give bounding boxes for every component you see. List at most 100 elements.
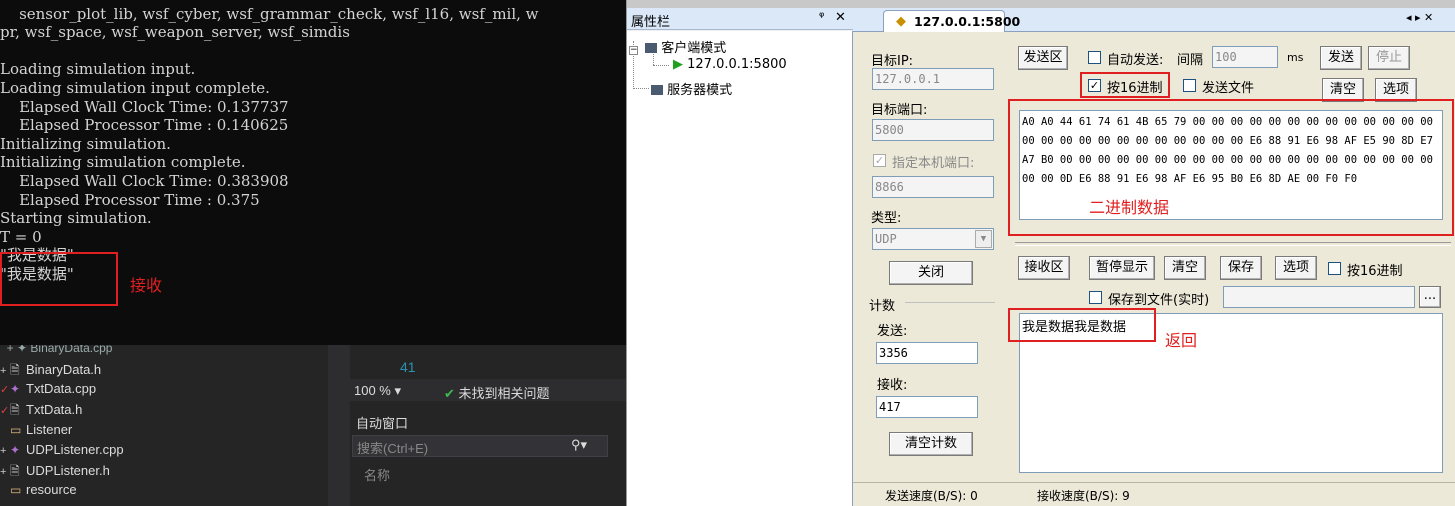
local-port-field[interactable]: 8866: [872, 176, 994, 198]
target-port-label: 目标端口:: [871, 103, 928, 118]
send-area-button[interactable]: 发送区: [1018, 46, 1068, 70]
editor-status-panel: 41 100 % ▾ ✔ 未找到相关问题 自动窗口 搜索(Ctrl+E) ⚲▾ …: [350, 345, 626, 506]
return-highlight-box: [1008, 308, 1156, 342]
line-number: 41: [400, 359, 416, 375]
header-file-icon: 🗎: [10, 403, 20, 418]
receive-highlight-box: [0, 252, 118, 306]
issues-status[interactable]: ✔ 未找到相关问题: [444, 383, 550, 402]
window-top-edge: [627, 0, 1455, 8]
send-hex-textarea[interactable]: A0 A0 44 61 74 61 4B 65 79 00 00 00 00 0…: [1019, 110, 1443, 220]
solution-item-label: Listener: [26, 421, 73, 437]
send-file-label: 发送文件: [1202, 81, 1255, 96]
recv-area-button[interactable]: 接收区: [1018, 256, 1070, 280]
pause-display-button[interactable]: 暂停显示: [1089, 256, 1155, 280]
save-to-file-label: 保存到文件(实时): [1108, 293, 1210, 308]
recv-save-button[interactable]: 保存: [1220, 256, 1262, 280]
clear-count-button[interactable]: 清空计数: [889, 432, 973, 456]
zoom-dropdown[interactable]: 100 % ▾: [354, 383, 401, 399]
binary-data-annotation: 二进制数据: [1089, 198, 1170, 217]
solution-item[interactable]: ✓✦ TxtData.cpp: [0, 381, 96, 401]
send-file-checkbox[interactable]: [1183, 79, 1196, 92]
search-input[interactable]: 搜索(Ctrl+E) ⚲▾: [352, 435, 608, 457]
tree-node-server-mode[interactable]: 服务器模式: [651, 79, 732, 98]
change-marker: +: [0, 444, 7, 457]
solution-item-partial: + ✦ BinaryData.cpp: [0, 345, 113, 355]
target-port-field[interactable]: 5800: [872, 119, 994, 141]
search-icon[interactable]: ⚲▾: [571, 437, 587, 453]
send-count-field[interactable]: 3356: [876, 342, 978, 364]
monitor-icon: [645, 43, 658, 53]
solution-item[interactable]: + 🗎 BinaryData.h: [0, 361, 101, 381]
type-select[interactable]: UDP ▼: [872, 228, 994, 250]
connection-tab-bar: ◆ 127.0.0.1:5800 ◂ ▸ ✕: [853, 8, 1455, 33]
solution-item[interactable]: ✓🗎 TxtData.h: [0, 401, 82, 421]
solution-item[interactable]: + 🗎 UDPListener.h: [0, 462, 110, 482]
target-ip-field[interactable]: 127.0.0.1: [872, 68, 994, 90]
pin-icon[interactable]: ᵠ: [819, 10, 824, 25]
folder-icon: ▭: [10, 422, 22, 437]
send-button[interactable]: 发送: [1320, 46, 1362, 70]
auto-send-label: 自动发送:: [1107, 53, 1164, 68]
status-bar: 发送速度(B/S): 0 接收速度(B/S): 9: [853, 482, 1455, 506]
recv-count-label: 接收:: [877, 378, 908, 393]
save-file-path-field[interactable]: [1223, 286, 1415, 308]
recv-options-button[interactable]: 选项: [1275, 256, 1317, 280]
receive-annotation: 接收: [130, 276, 163, 295]
solution-item-label: UDPListener.cpp: [26, 441, 124, 457]
send-count-label: 发送:: [877, 324, 908, 339]
property-panel-header: 属性栏 ᵠ ✕: [627, 8, 853, 30]
recv-hex-checkbox[interactable]: [1328, 262, 1341, 275]
recv-count-field[interactable]: 417: [876, 396, 978, 418]
name-column-header: 名称: [364, 468, 391, 483]
solution-item-label: BinaryData.h: [26, 362, 102, 377]
tree-line-4: [633, 88, 649, 89]
count-label: 计数: [869, 299, 896, 314]
recv-clear-button[interactable]: 清空: [1164, 256, 1206, 280]
splitter[interactable]: [328, 345, 350, 506]
close-icon[interactable]: ✕: [835, 10, 846, 25]
solution-item-label: UDPListener.h: [26, 463, 110, 478]
solution-item[interactable]: ▭ Listener: [0, 422, 72, 442]
solution-explorer: + ✦ BinaryData.cpp + 🗎 BinaryData.h ✓✦ TxtDa…: [0, 345, 328, 506]
monitor-icon: [651, 85, 663, 95]
network-tool-window: 属性栏 ᵠ ✕ − 客户端模式 ▶ 127.0.0.1:5800 服务器模式 ◆…: [626, 0, 1455, 506]
send-speed: 发送速度(B/S): 0: [885, 489, 978, 503]
send-hex-label: 按16进制: [1107, 81, 1163, 96]
type-label: 类型:: [871, 211, 902, 226]
recv-speed: 接收速度(B/S): 9: [1037, 489, 1130, 503]
splitter-bar[interactable]: [1015, 242, 1451, 246]
header-file-icon: 🗎: [10, 363, 20, 377]
stop-button[interactable]: 停止: [1368, 46, 1410, 70]
check-circle-icon: ✔: [444, 386, 455, 401]
chevron-down-icon[interactable]: ▼: [975, 230, 992, 248]
solution-item-label: resource: [26, 482, 77, 498]
send-hex-checkbox[interactable]: ✓: [1088, 79, 1101, 92]
ms-label: ms: [1287, 51, 1304, 64]
connection-tree: − 客户端模式 ▶ 127.0.0.1:5800 服务器模式: [627, 31, 853, 506]
browse-button[interactable]: ...: [1419, 286, 1441, 308]
ide-panel: + ✦ BinaryData.cpp + 🗎 BinaryData.h ✓✦ TxtDa…: [0, 345, 626, 506]
tree-node-client-mode[interactable]: − 客户端模式: [629, 37, 726, 56]
cpp-file-icon: ✦: [10, 382, 21, 397]
interval-label: 间隔: [1177, 53, 1204, 68]
solution-item[interactable]: ▭ resource: [0, 482, 77, 502]
tree-node-client-connection[interactable]: ▶ 127.0.0.1:5800: [673, 57, 787, 72]
tab-navigation[interactable]: ◂ ▸ ✕: [1406, 11, 1433, 24]
count-divider: [905, 302, 995, 303]
header-file-icon: 🗎: [10, 464, 20, 478]
tab-connection[interactable]: ◆ 127.0.0.1:5800: [883, 10, 1020, 33]
collapse-icon[interactable]: −: [629, 46, 638, 55]
bind-local-port-label: 指定本机端口:: [892, 156, 975, 171]
auto-send-checkbox[interactable]: [1088, 51, 1101, 64]
bind-local-port-checkbox[interactable]: ✓: [873, 154, 886, 167]
change-marker: +: [0, 466, 7, 478]
interval-field[interactable]: 100: [1212, 46, 1278, 68]
auto-window-title: 自动窗口: [356, 416, 409, 431]
console-output: Extensions Included: sensor_plot_lib, ws…: [0, 0, 539, 283]
folder-icon: ▭: [10, 483, 22, 498]
save-to-file-checkbox[interactable]: [1089, 291, 1102, 304]
close-connection-button[interactable]: 关闭: [889, 261, 973, 285]
solution-item[interactable]: + ✦ UDPListener.cpp: [0, 442, 124, 462]
play-icon: ▶: [673, 57, 683, 72]
change-marker: ✓: [0, 405, 10, 418]
